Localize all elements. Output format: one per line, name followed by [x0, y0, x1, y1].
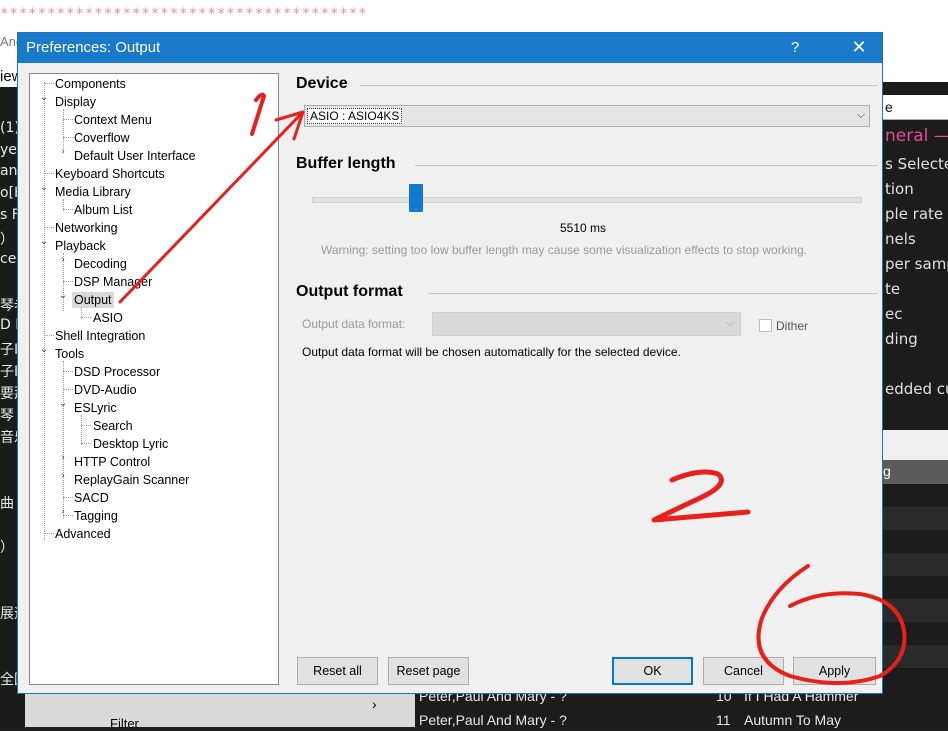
annotation-circle — [756, 564, 907, 685]
annotation-mark-2 — [651, 469, 751, 523]
annotation-arrow — [118, 113, 302, 304]
annotation-overlay — [118, 92, 907, 685]
annotation-mark-1 — [250, 92, 267, 136]
